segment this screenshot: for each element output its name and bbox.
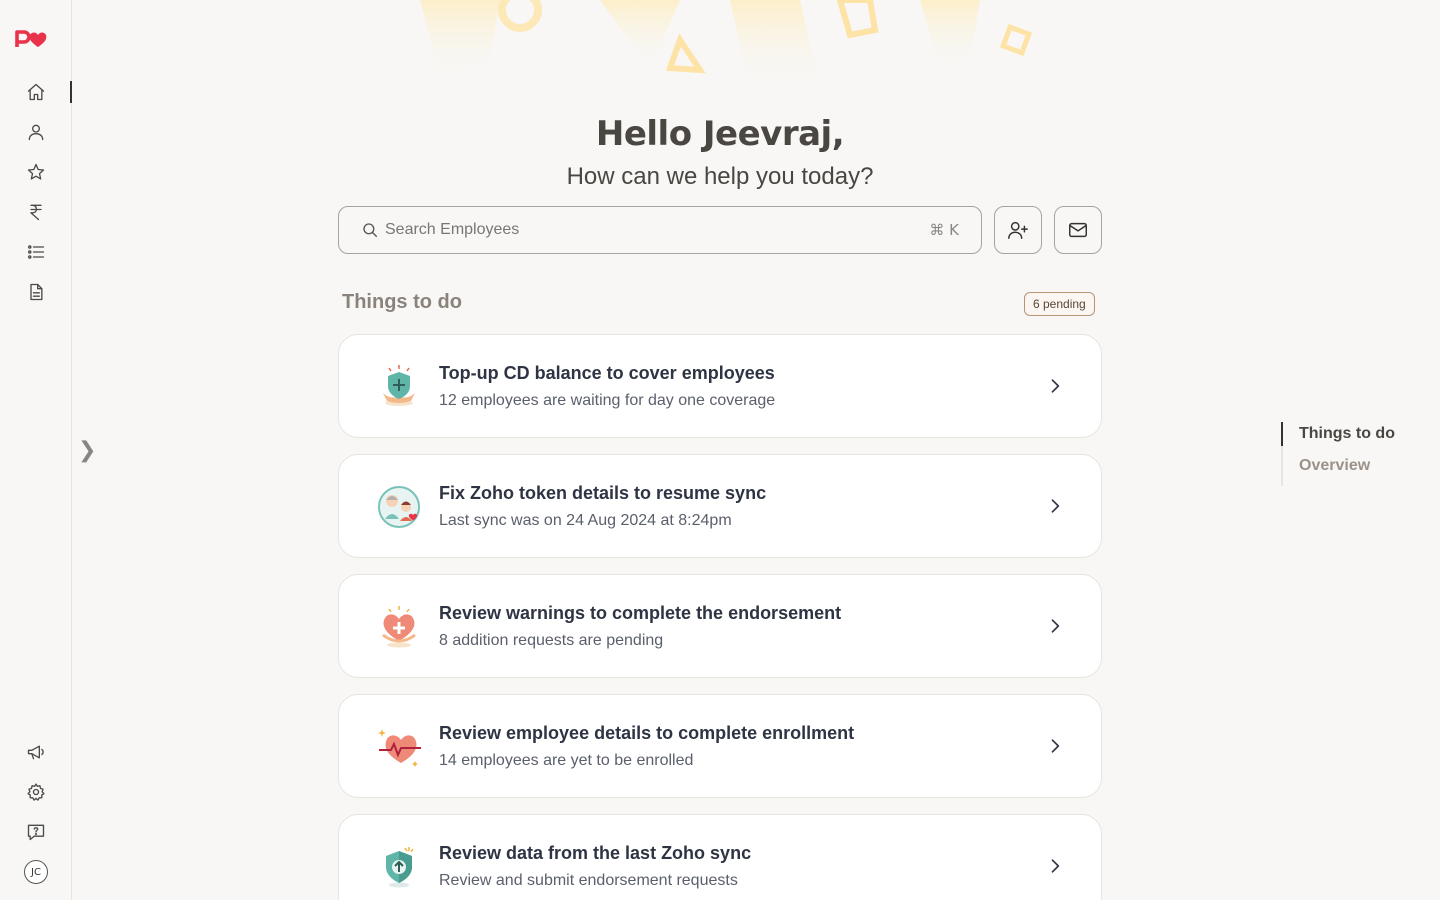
toc-item-overview[interactable]: Overview: [1299, 454, 1395, 486]
task-card[interactable]: Top-up CD balance to cover employees 12 …: [338, 334, 1102, 438]
help-chat-icon[interactable]: [24, 820, 48, 844]
sidebar-expand-toggle[interactable]: ❯: [78, 438, 96, 463]
user-avatar[interactable]: JC: [24, 860, 48, 884]
decorative-banner: [380, 0, 1080, 100]
toc-item-things-to-do[interactable]: Things to do: [1299, 422, 1395, 454]
task-description: Review and submit endorsement requests: [439, 872, 738, 889]
home-icon[interactable]: [24, 80, 48, 104]
chevron-right-icon: [1045, 376, 1065, 396]
task-title: Top-up CD balance to cover employees: [439, 363, 775, 383]
greeting-subtitle: How can we help you today?: [566, 163, 874, 190]
task-title: Fix Zoho token details to resume sync: [439, 483, 767, 503]
task-title: Review data from the last Zoho sync: [439, 843, 752, 863]
task-description: 14 employees are yet to be enrolled: [439, 752, 694, 769]
chevron-right-icon: [1045, 616, 1065, 636]
task-description: Last sync was on 24 Aug 2024 at 8:24pm: [439, 512, 732, 529]
toc-active-indicator: [1281, 422, 1283, 446]
shield-upload-illustration: [375, 843, 423, 891]
task-card[interactable]: Review data from the last Zoho sync Revi…: [338, 814, 1102, 900]
heartbeat-illustration: [375, 723, 423, 771]
employee-search-input[interactable]: Search Employees ⌘ K: [338, 206, 982, 254]
task-title: Review employee details to complete enro…: [439, 723, 855, 743]
task-card[interactable]: Fix Zoho token details to resume sync La…: [338, 454, 1102, 558]
shield-plus-illustration: [375, 363, 423, 411]
chevron-right-icon: [1045, 736, 1065, 756]
pending-badge: 6 pending: [1024, 292, 1095, 316]
task-card[interactable]: Review employee details to complete enro…: [338, 694, 1102, 798]
list-icon[interactable]: [24, 240, 48, 264]
things-to-do-title: Things to do: [342, 291, 462, 313]
task-title: Review warnings to complete the endorsem…: [439, 603, 842, 623]
active-nav-indicator: [70, 81, 72, 103]
add-employee-button[interactable]: [994, 206, 1042, 254]
document-icon[interactable]: [24, 280, 48, 304]
page-section-nav: Things to do Overview: [1281, 422, 1395, 486]
search-placeholder: Search Employees: [385, 221, 520, 238]
gear-icon[interactable]: [24, 780, 48, 804]
brand-logo[interactable]: [15, 27, 57, 51]
user-plus-icon: [1008, 221, 1028, 239]
search-shortcut: ⌘ K: [929, 221, 959, 239]
task-description: 8 addition requests are pending: [439, 632, 664, 649]
chevron-right-icon: [1045, 856, 1065, 876]
heart-plus-illustration: [375, 603, 423, 651]
search-icon: [363, 223, 378, 238]
mail-icon: [1069, 222, 1087, 238]
mail-button[interactable]: [1054, 206, 1102, 254]
chevron-right-icon: [1045, 496, 1065, 516]
task-description: 12 employees are waiting for day one cov…: [439, 392, 776, 409]
task-card[interactable]: Review warnings to complete the endorsem…: [338, 574, 1102, 678]
family-illustration: [375, 483, 423, 531]
megaphone-icon[interactable]: [24, 740, 48, 764]
greeting-heading: Hello Jeevraj,: [595, 114, 845, 154]
rupee-icon[interactable]: [24, 200, 48, 224]
